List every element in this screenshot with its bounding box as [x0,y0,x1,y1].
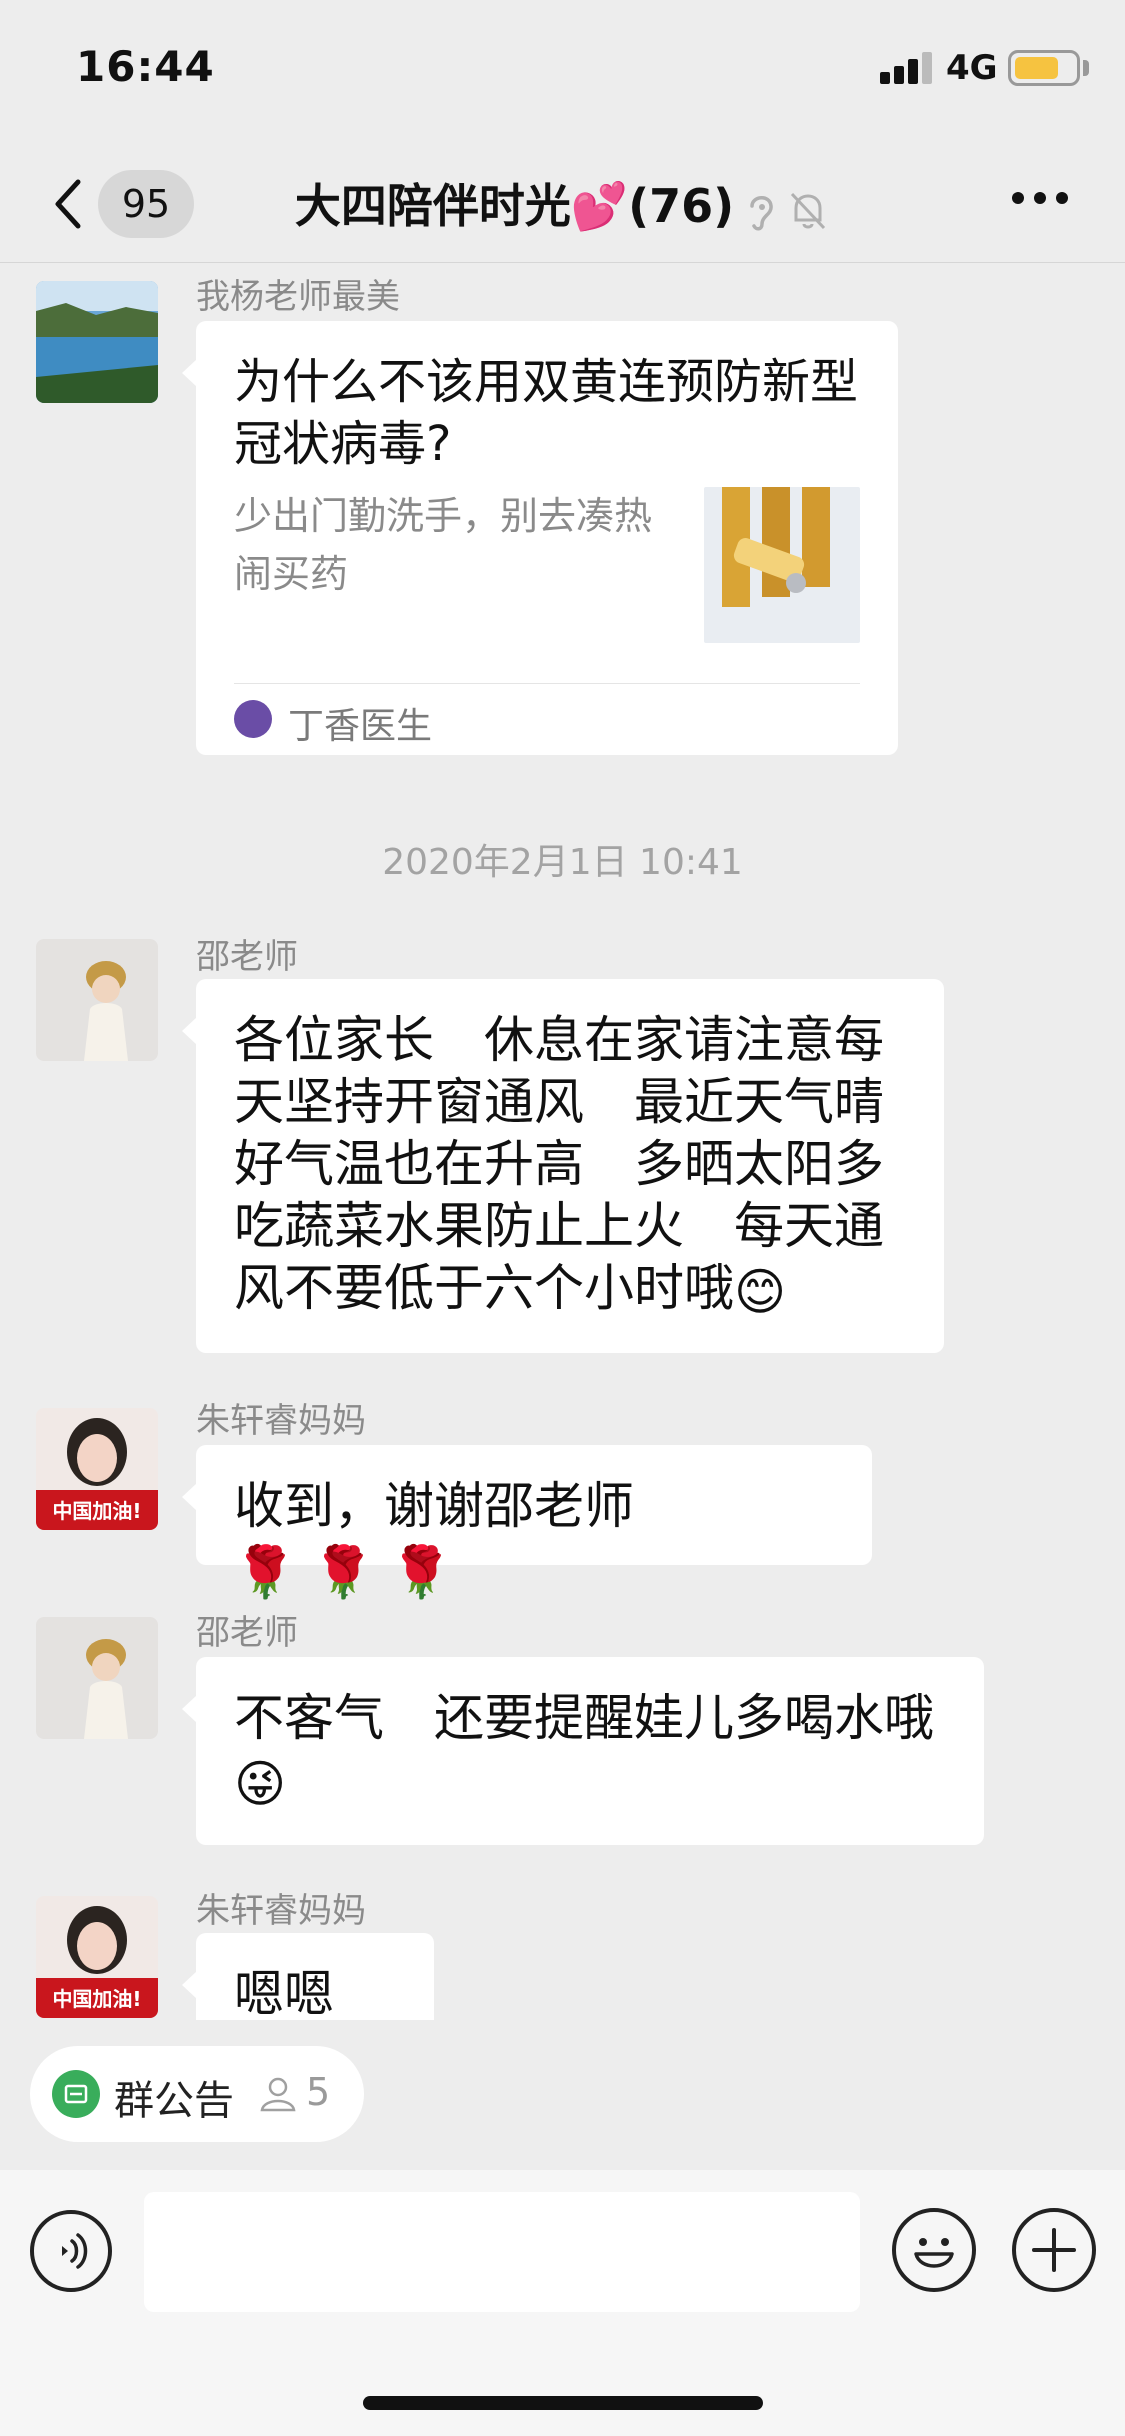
message-bubble[interactable]: 各位家长 休息在家请注意每天坚持开窗通风 最近天气晴好气温也在升高 多晒太阳多吃… [182,979,944,1353]
announcement-icon [52,2070,100,2118]
child-avatar-image [36,1617,158,1739]
child-avatar-image [36,939,158,1061]
sender-name: 我杨老师最美 [196,277,400,317]
more-options-icon[interactable] [1012,192,1072,208]
sender-name: 邵老师 [196,937,298,977]
battery-cap [1083,60,1089,76]
sender-name: 邵老师 [196,1613,298,1653]
mute-bell-icon [791,192,826,229]
home-indicator[interactable] [363,2396,763,2410]
lake-avatar-image [36,281,158,403]
mom-avatar-image: 中国加油! [36,1408,158,1530]
status-bar: 16:44 4G [0,0,1125,135]
member-count: (76) [628,179,735,233]
avatar[interactable] [36,1617,158,1739]
message-bubble[interactable]: 不客气 还要提醒娃儿多喝水哦 😜 [182,1657,984,1845]
message-text: 嗯嗯 [234,1965,334,2020]
announcement-label: 群公告 [114,2078,234,2124]
message-text: 各位家长 休息在家请注意每天坚持开窗通风 最近天气晴好气温也在升高 多晒太阳多吃… [234,1011,884,1317]
dingxiang-logo-icon [234,700,272,738]
mom-avatar-text: 中国加油! [52,1987,141,2011]
link-card[interactable]: 为什么不该用双黄连预防新型冠状病毒? 少出门勤洗手，别去凑热闹买药 丁香医生 [182,321,898,755]
plus-icon [1032,2228,1076,2272]
message-bubble[interactable]: 收到，谢谢邵老师 🌹 🌹 🌹 [182,1445,872,1601]
timestamp: 2020年2月1日 10:41 [382,842,743,883]
message-bubble[interactable]: 嗯嗯👌 [182,1933,434,2020]
earpiece-icon [750,195,773,230]
sender-name: 朱轩睿妈妈 [196,1401,366,1441]
avatar[interactable]: 中国加油! [36,1408,158,1530]
message-text: 收到，谢谢邵老师 [234,1477,634,1535]
link-title: 为什么不该用双黄连预防新型冠状病毒? [234,354,859,472]
more-functions-button[interactable] [1012,2208,1096,2292]
smiley-icon [914,2238,954,2268]
message-text: 不客气 还要提醒娃儿多喝水哦 [234,1689,934,1747]
avatar[interactable]: 中国加油! [36,1896,158,2018]
signal-icon [880,52,934,84]
message-input[interactable] [144,2192,860,2312]
battery-icon [1008,50,1080,86]
chat-title-text: 大四陪伴时光💕 [294,179,629,233]
person-icon [260,2077,296,2112]
link-description: 少出门勤洗手，别去凑热闹买药 [234,494,653,596]
mom-avatar-text: 中国加油! [52,1499,141,1523]
network-type: 4G [946,48,998,88]
chat-title: 大四陪伴时光💕(76) [0,170,1125,236]
mom-avatar-image: 中国加油! [36,1896,158,2018]
voice-input-button[interactable] [30,2210,112,2292]
chat-area[interactable]: 我杨老师最美 为什么不该用双黄连预防新型冠状病毒? 少出门勤洗手，别去凑热闹买药… [0,263,1125,2020]
battery-fill [1015,57,1058,79]
emoji-button[interactable] [892,2208,976,2292]
voice-icon [62,2233,88,2269]
avatar[interactable] [36,939,158,1061]
wink-tongue-emoji: 😜 [234,1754,287,1813]
link-source: 丁香医生 [288,706,433,747]
status-time: 16:44 [76,42,215,91]
nav-bar: 95 大四陪伴时光💕(76) [0,140,1125,260]
group-announcement-button[interactable]: 群公告 5 [30,2046,364,2142]
avatar[interactable] [36,281,158,403]
link-thumbnail [704,487,860,643]
rose-emoji: 🌹 🌹 🌹 [234,1542,453,1601]
announcement-count: 5 [306,2070,331,2114]
smile-emoji: 😊 [734,1262,787,1321]
sender-name: 朱轩睿妈妈 [196,1891,366,1931]
